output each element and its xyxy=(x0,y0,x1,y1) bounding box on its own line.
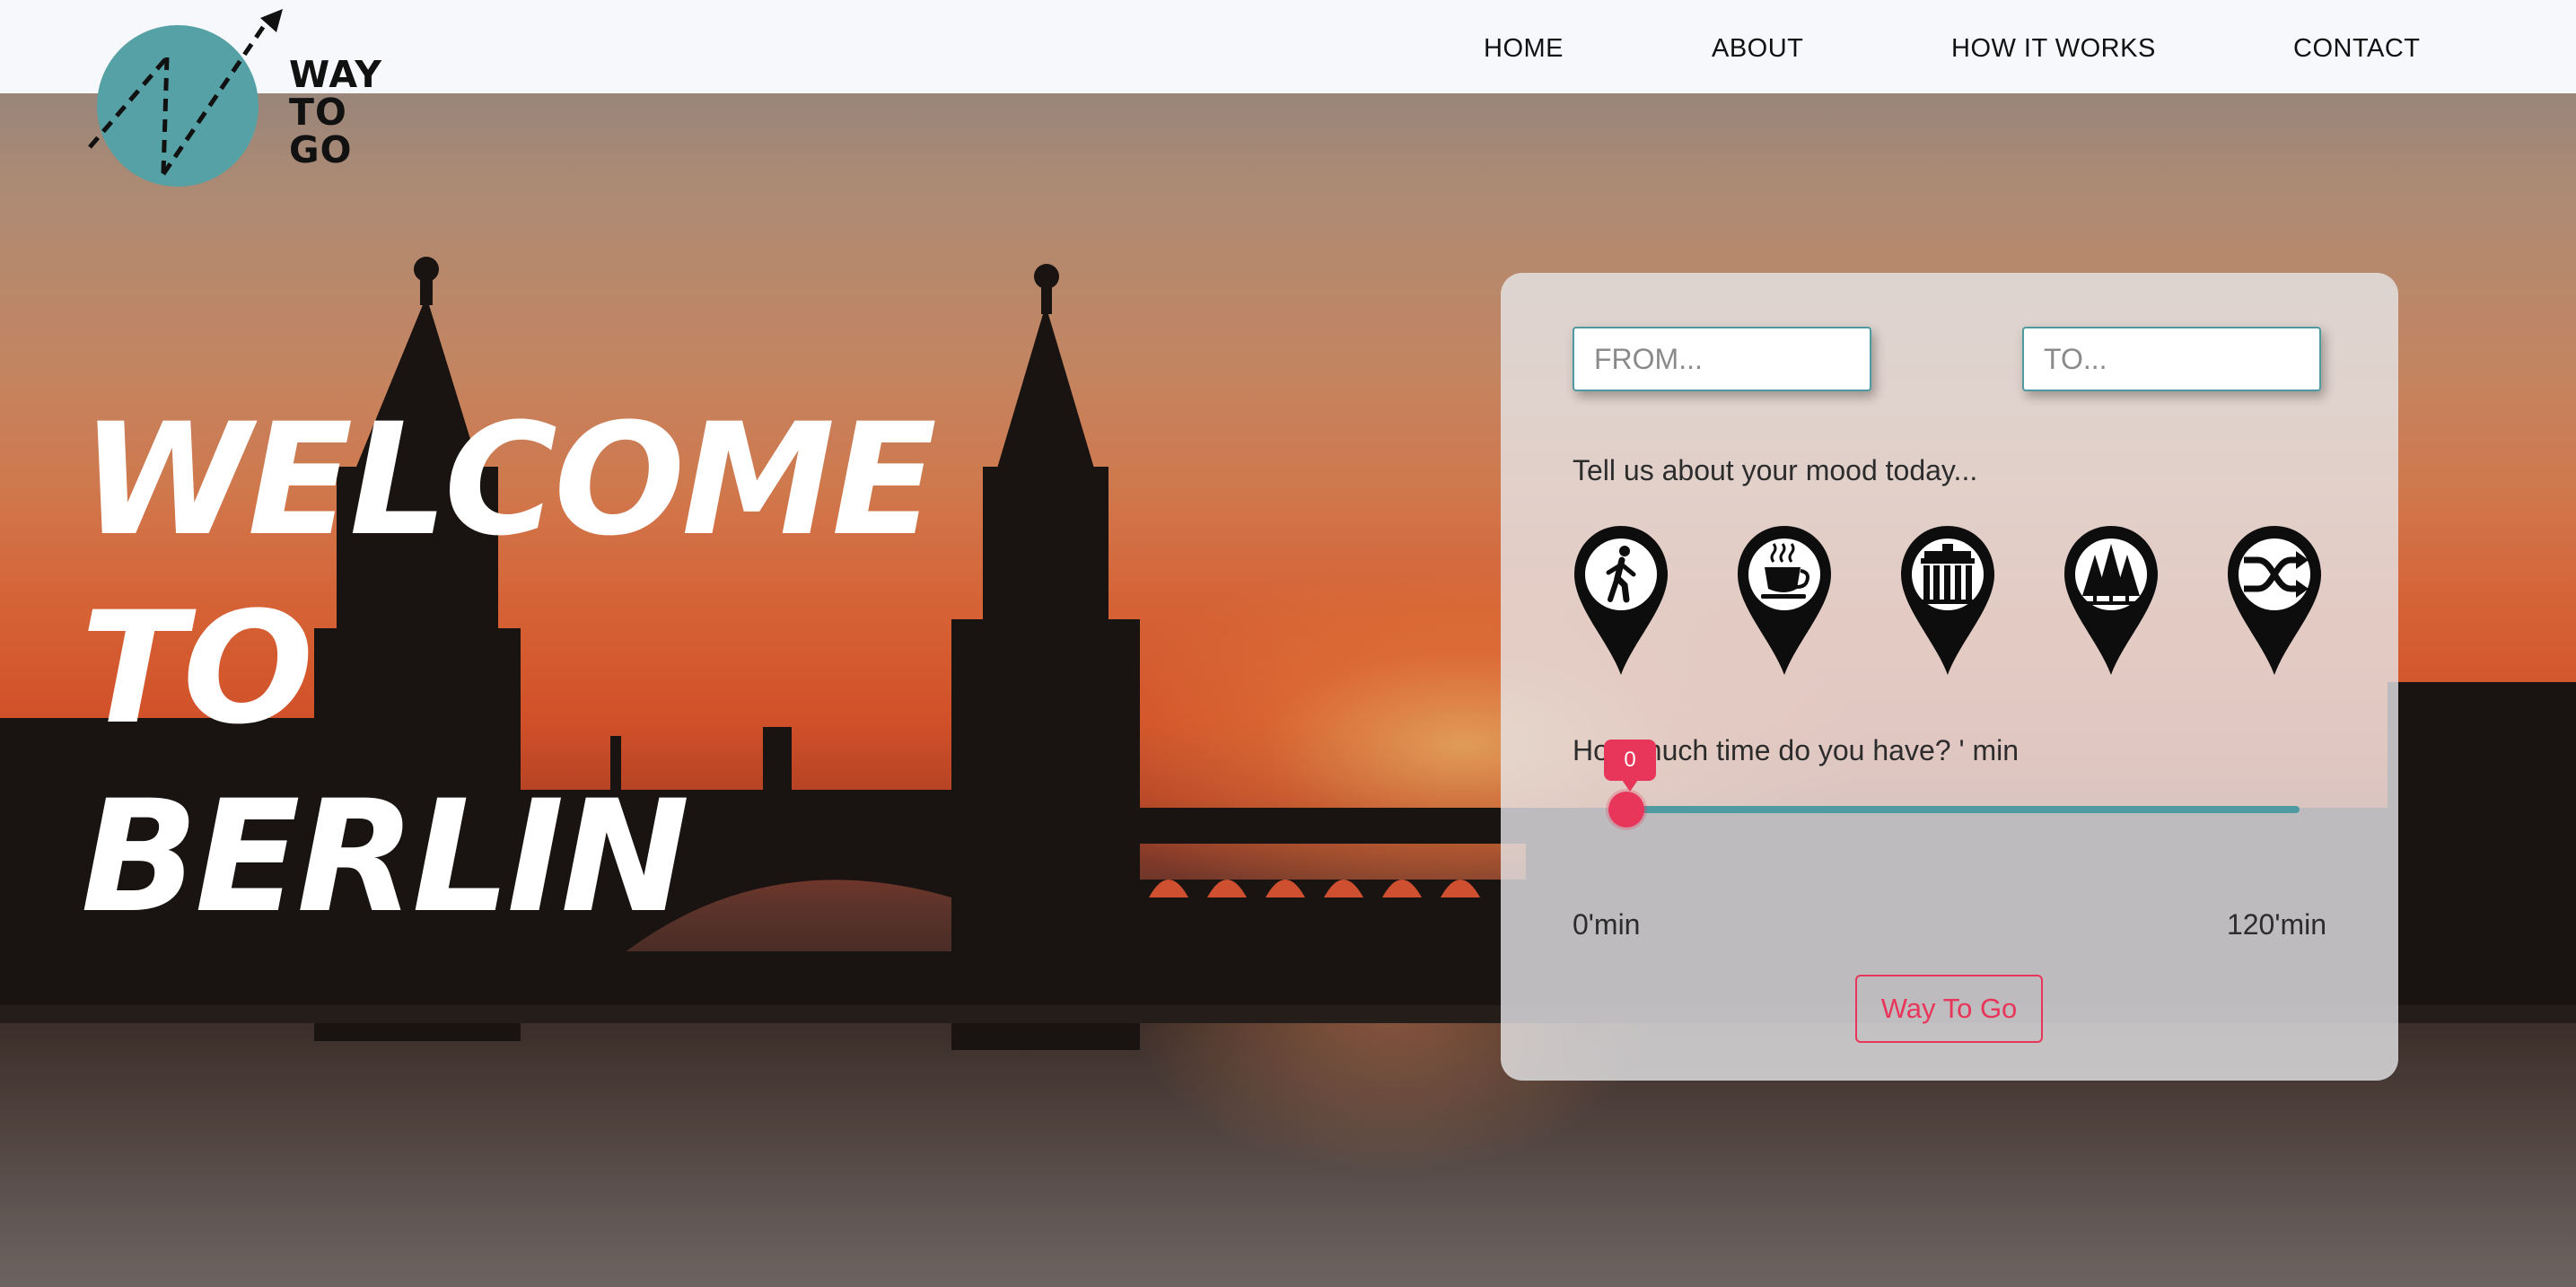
mood-random-pin[interactable] xyxy=(2226,524,2323,677)
slider-value-bubble: 0 xyxy=(1604,740,1656,792)
logo-word-go: GO xyxy=(289,128,353,171)
hero-title: WELCOME TO BERLIN xyxy=(81,386,937,951)
time-slider[interactable]: 0 xyxy=(1573,740,2326,838)
mood-label: Tell us about your mood today... xyxy=(1573,454,1978,486)
route-planner-card: Tell us about your mood today... xyxy=(1501,273,2398,1081)
nav-home-link[interactable]: HOME xyxy=(1484,34,1564,64)
slider-thumb[interactable] xyxy=(1608,792,1644,827)
way-to-go-button[interactable]: Way To Go xyxy=(1855,975,2043,1043)
mood-walking-pin[interactable] xyxy=(1573,524,1669,677)
mood-options xyxy=(1573,524,2335,677)
nav-how-it-works-link[interactable]: HOW IT WORKS xyxy=(1951,34,2156,64)
slider-max-label: 120'min xyxy=(2226,908,2326,941)
hero-title-line-welcome: WELCOME xyxy=(81,390,937,570)
slider-min-label: 0'min xyxy=(1573,908,1641,941)
hero-title-line-berlin: BERLIN xyxy=(81,766,690,947)
logo[interactable]: WAY TO GO xyxy=(81,5,404,189)
brandenburg-gate-icon xyxy=(1919,544,1976,604)
nav-about-link[interactable]: ABOUT xyxy=(1712,34,1803,64)
to-input[interactable] xyxy=(2022,327,2321,391)
slider-track[interactable] xyxy=(1626,806,2300,813)
nav-contact-link[interactable]: CONTACT xyxy=(2293,34,2421,64)
mood-coffee-pin[interactable] xyxy=(1736,524,1833,677)
mood-sightseeing-pin[interactable] xyxy=(1899,524,1996,677)
from-input[interactable] xyxy=(1573,327,1871,391)
hero-title-line-to: TO xyxy=(81,578,314,758)
logo-word-to: TO xyxy=(289,91,347,134)
logo-word-way: WAY xyxy=(289,53,382,96)
mood-nature-pin[interactable] xyxy=(2063,524,2160,677)
route-arrow-icon xyxy=(88,9,283,176)
logo-wordmark: WAY TO GO xyxy=(289,56,415,169)
